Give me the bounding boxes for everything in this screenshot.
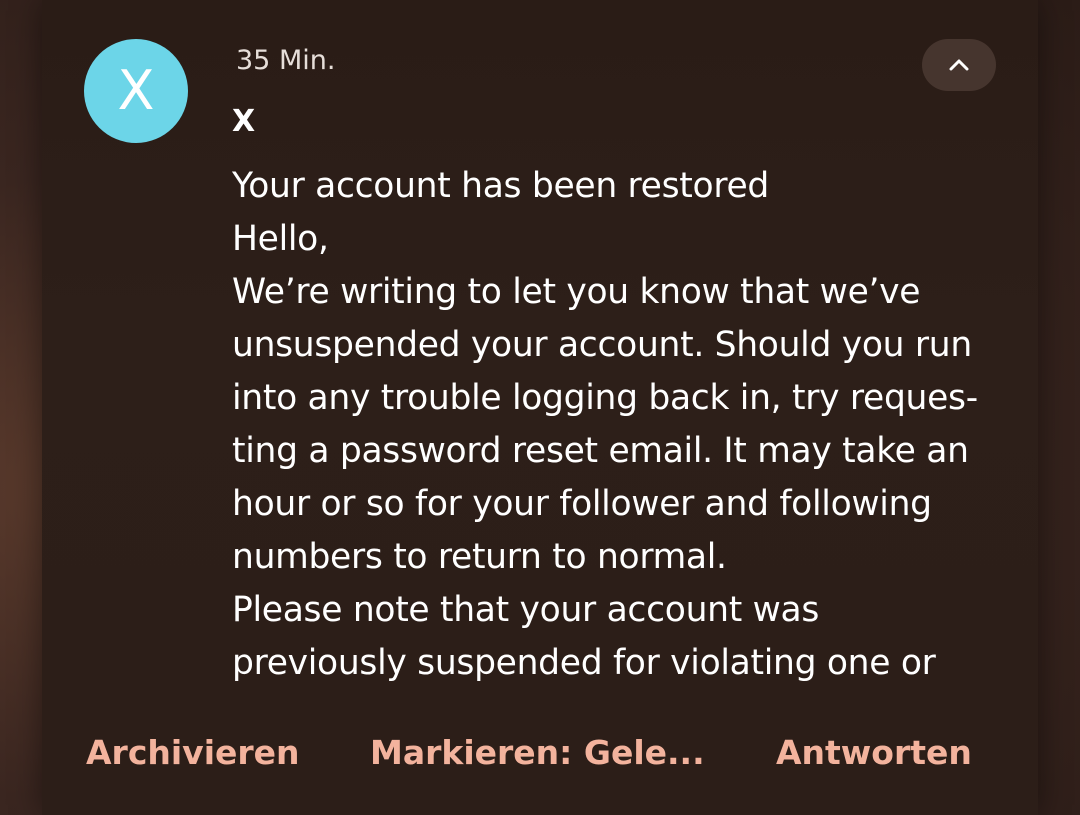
avatar-letter: X xyxy=(117,59,155,122)
archive-button[interactable]: Archivieren xyxy=(86,730,300,776)
notification-actions: Archivieren Markieren: Gele... Antworten xyxy=(42,730,1038,780)
sender-name: X xyxy=(232,104,256,139)
body-line: hour or so for your follower and followi… xyxy=(232,484,932,524)
reply-button[interactable]: Antworten xyxy=(776,730,972,776)
email-notification-card[interactable]: X 35 Min. X Your account has been restor… xyxy=(42,0,1038,815)
body-line: numbers to return to normal. xyxy=(232,537,727,577)
mark-read-button[interactable]: Markieren: Gele... xyxy=(370,730,705,776)
collapse-button[interactable] xyxy=(922,39,996,91)
chevron-up-icon xyxy=(949,59,969,71)
avatar: X xyxy=(84,39,188,143)
body-line: ting a password reset email. It may take… xyxy=(232,431,969,471)
body-line: Hello, xyxy=(232,219,329,259)
body-line: Please note that your account was xyxy=(232,590,820,630)
email-body: Your account has been restored Hello, We… xyxy=(232,160,1022,690)
body-line: into any trouble logging back in, try re… xyxy=(232,378,978,418)
body-line: previously suspended for violating one o… xyxy=(232,643,936,683)
body-line: We’re writing to let you know that we’ve xyxy=(232,272,921,312)
body-line: unsuspended your account. Should you run xyxy=(232,325,972,365)
email-subject: Your account has been restored xyxy=(232,166,769,206)
notification-time: 35 Min. xyxy=(236,45,336,76)
